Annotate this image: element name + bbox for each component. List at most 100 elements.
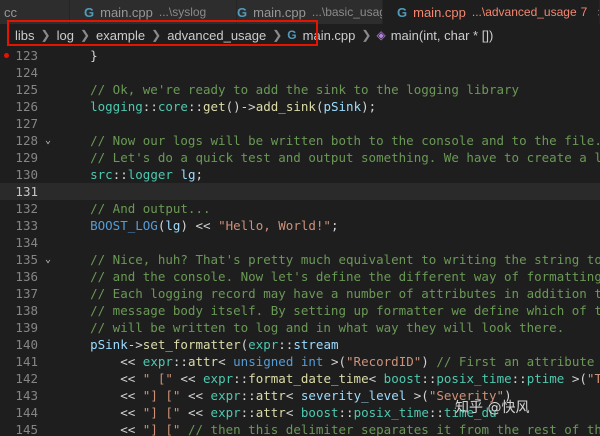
line-number: 138 bbox=[15, 303, 38, 318]
breadcrumb-item[interactable]: libs bbox=[14, 28, 36, 43]
code-token: lg bbox=[180, 167, 196, 182]
code-line[interactable]: 135 ⌄ // Nice, huh? That's pretty much eq… bbox=[0, 251, 600, 268]
code-line[interactable]: 130 src::logger lg; bbox=[0, 166, 600, 183]
code-line[interactable]: 128 ⌄ // Now our logs will be written bot… bbox=[0, 132, 600, 149]
code-token: src bbox=[60, 167, 113, 182]
line-number: 145 bbox=[15, 422, 38, 436]
code-text: } bbox=[60, 47, 98, 64]
code-line[interactable]: 137 // Each logging record may have a nu… bbox=[0, 285, 600, 302]
chevron-right-icon: ❯ bbox=[361, 28, 372, 42]
code-token: "] [" bbox=[142, 422, 181, 436]
code-text: BOOST_LOG(lg) << "Hello, World!"; bbox=[60, 217, 338, 234]
code-token: ptime bbox=[526, 371, 565, 386]
code-line[interactable]: 138 // message body itself. By setting u… bbox=[0, 302, 600, 319]
code-token: :: bbox=[187, 99, 204, 114]
code-token: // will be written to log and in what wa… bbox=[60, 320, 565, 335]
code-token: attr bbox=[255, 405, 286, 420]
line-number: 126 bbox=[15, 99, 38, 114]
code-line[interactable]: 131 bbox=[0, 183, 600, 200]
tab-bar: cc G main.cpp ...\syslog G main.cpp ...\… bbox=[0, 0, 600, 24]
tab-label: main.cpp bbox=[253, 4, 306, 20]
tab-2[interactable]: G main.cpp ...\basic_usage bbox=[237, 0, 383, 24]
code-token: // Each logging record may have a number… bbox=[60, 286, 600, 301]
code-line[interactable]: 124 bbox=[0, 64, 600, 81]
line-number: 130 bbox=[15, 167, 38, 182]
code-token: >( bbox=[564, 371, 587, 386]
code-token: << bbox=[60, 422, 143, 436]
line-number: 125 bbox=[15, 82, 38, 97]
code-token: // Ok, we're ready to add the sink to th… bbox=[60, 82, 520, 97]
code-token: ); bbox=[361, 99, 377, 114]
code-token: :: bbox=[172, 354, 188, 369]
code-line[interactable]: 123 } bbox=[0, 47, 600, 64]
line-number: 135 bbox=[15, 252, 38, 267]
fold-chevron-icon[interactable]: ⌄ bbox=[45, 251, 51, 268]
code-token: -> bbox=[127, 337, 143, 352]
code-line[interactable]: 145 << "] [" // then this delimiter sepa… bbox=[0, 421, 600, 436]
code-editor[interactable]: 123 } 124 125 // Ok, we're ready to add th… bbox=[0, 46, 600, 436]
code-text: pSink->set_formatter(expr::stream bbox=[60, 336, 338, 353]
code-line[interactable]: 134 bbox=[0, 234, 600, 251]
chevron-right-icon: ❯ bbox=[40, 28, 51, 42]
code-line[interactable]: 126 logging::core::get()->add_sink(pSink… bbox=[0, 98, 600, 115]
line-number: 136 bbox=[15, 269, 38, 284]
code-token: :: bbox=[240, 388, 256, 403]
chevron-right-icon: ❯ bbox=[272, 28, 283, 42]
code-token: // Let's do a quick test and output some… bbox=[60, 150, 600, 165]
tab-path: ...\advanced_usage bbox=[471, 5, 577, 19]
breadcrumb-symbol[interactable]: main(int, char * []) bbox=[390, 28, 495, 43]
code-text: << "] [" // then this delimiter separate… bbox=[60, 421, 600, 436]
code-token: boost bbox=[383, 371, 422, 386]
code-token: lg bbox=[165, 218, 181, 233]
breadcrumb-item[interactable]: main.cpp bbox=[302, 28, 357, 43]
code-text: // and the console. Now let's define the… bbox=[60, 268, 600, 285]
breadcrumb-item[interactable]: example bbox=[95, 28, 146, 43]
code-token: << bbox=[60, 388, 143, 403]
code-token: attr bbox=[187, 354, 219, 369]
tab-1[interactable]: G main.cpp ...\syslog bbox=[70, 0, 237, 24]
code-text: logging::core::get()->add_sink(pSink); bbox=[60, 98, 376, 115]
tab-label: cc bbox=[4, 4, 17, 20]
code-line[interactable]: 141 << expr::attr< unsigned int >("Recor… bbox=[0, 353, 600, 370]
line-number: 141 bbox=[15, 354, 38, 369]
code-line[interactable]: 140 pSink->set_formatter(expr::stream bbox=[0, 336, 600, 353]
code-line[interactable]: 142 << " [" << expr::format_date_time< b… bbox=[0, 370, 600, 387]
code-token: :: bbox=[421, 371, 437, 386]
code-token: < bbox=[368, 371, 384, 386]
fold-chevron-icon[interactable]: ⌄ bbox=[45, 132, 51, 149]
cpp-file-icon: G bbox=[287, 28, 297, 42]
code-token: core bbox=[157, 99, 188, 114]
code-token: << bbox=[172, 371, 204, 386]
code-token: << bbox=[60, 405, 143, 420]
problem-count-badge: 7 bbox=[580, 5, 588, 19]
line-number: 132 bbox=[15, 201, 38, 216]
line-number: 139 bbox=[15, 320, 38, 335]
code-token: // Nice, huh? That's pretty much equival… bbox=[60, 252, 600, 267]
code-token: << bbox=[180, 405, 211, 420]
breadcrumb-item[interactable]: log bbox=[56, 28, 75, 43]
breadcrumb-item[interactable]: advanced_usage bbox=[166, 28, 267, 43]
code-line[interactable]: 132 // And output... bbox=[0, 200, 600, 217]
code-line[interactable]: 129 // Let's do a quick test and output … bbox=[0, 149, 600, 166]
code-token: >( bbox=[323, 354, 347, 369]
code-line[interactable]: 133 BOOST_LOG(lg) << "Hello, World!"; bbox=[0, 217, 600, 234]
code-token: "] [" bbox=[142, 405, 181, 420]
code-text: src::logger lg; bbox=[60, 166, 203, 183]
code-line[interactable]: 136 // and the console. Now let's define… bbox=[0, 268, 600, 285]
code-line[interactable]: 127 bbox=[0, 115, 600, 132]
code-token: posix_time bbox=[436, 371, 512, 386]
code-line[interactable]: 125 // Ok, we're ready to add the sink t… bbox=[0, 81, 600, 98]
code-token: ()-> bbox=[225, 99, 256, 114]
code-text: << "] [" << expr::attr< severity_level >… bbox=[60, 387, 511, 404]
code-token: get bbox=[203, 99, 226, 114]
code-token: expr bbox=[203, 371, 234, 386]
code-token: ) << bbox=[180, 218, 219, 233]
code-token: "] [" bbox=[142, 388, 181, 403]
code-token: :: bbox=[240, 405, 256, 420]
code-line[interactable]: 139 // will be written to log and in wha… bbox=[0, 319, 600, 336]
tab-0[interactable]: cc bbox=[0, 0, 70, 24]
code-token: boost bbox=[300, 405, 339, 420]
tab-3-active[interactable]: G main.cpp ...\advanced_usage 7 × bbox=[383, 0, 600, 24]
code-token: expr bbox=[142, 354, 173, 369]
code-token: :: bbox=[112, 167, 128, 182]
